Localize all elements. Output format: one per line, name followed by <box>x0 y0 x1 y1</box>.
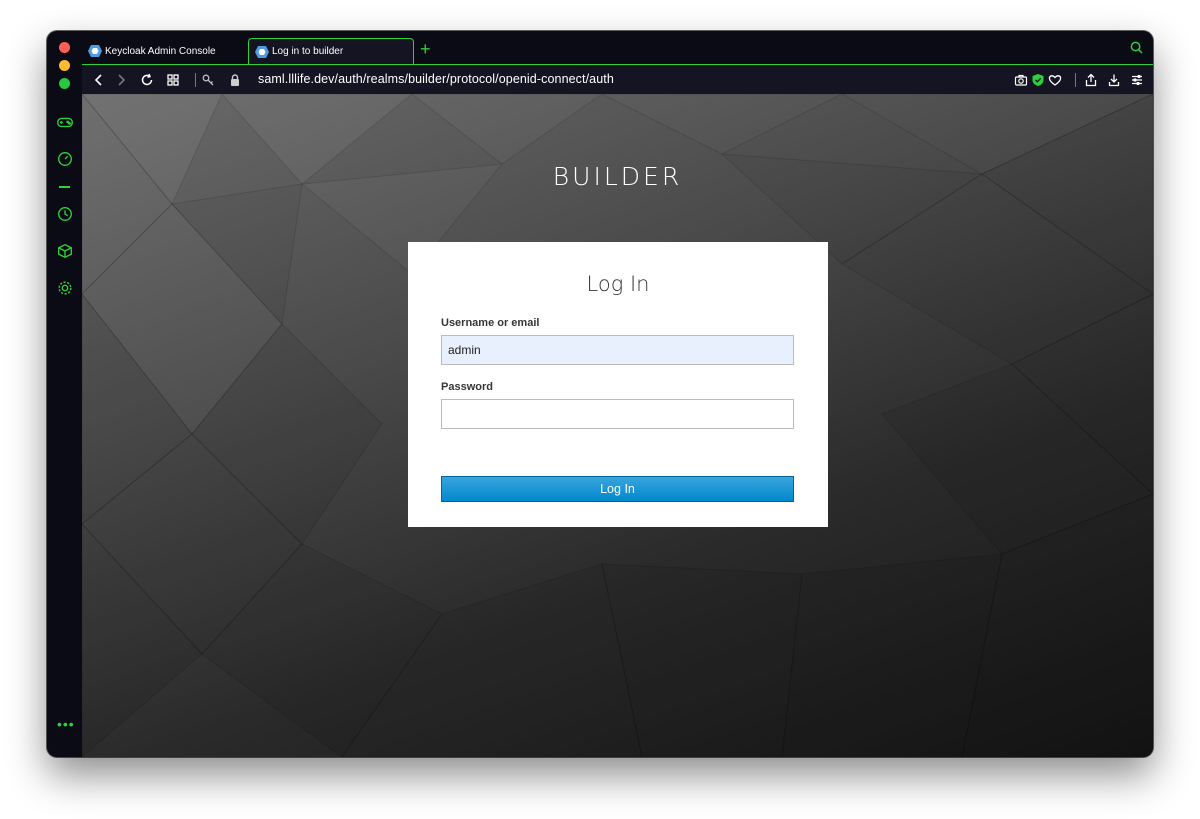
sidebar-more-icon[interactable]: ••• <box>57 717 75 731</box>
search-icon[interactable] <box>1130 41 1143 59</box>
tab-bar: Keycloak Admin Console Log in to builder… <box>82 31 1153 64</box>
share-icon[interactable] <box>1083 72 1099 88</box>
keycloak-favicon-icon <box>88 45 102 57</box>
cube-icon[interactable] <box>55 241 75 261</box>
forward-icon[interactable] <box>113 72 129 88</box>
shield-icon[interactable] <box>1030 72 1046 88</box>
tab-keycloak-admin-console[interactable]: Keycloak Admin Console <box>82 38 248 64</box>
page-content: BUILDER Log In Username or email Passwor… <box>82 94 1153 757</box>
tab-log-in-to-builder[interactable]: Log in to builder <box>248 38 414 64</box>
browser-window: ••• Keycloak Admin Console Log in to bui… <box>47 31 1153 757</box>
key-icon[interactable] <box>200 72 216 88</box>
gamepad-icon[interactable] <box>55 112 75 132</box>
login-button[interactable]: Log In <box>441 476 794 502</box>
close-window-button[interactable] <box>59 42 70 53</box>
reload-icon[interactable] <box>139 72 155 88</box>
username-input[interactable] <box>441 335 794 365</box>
settings-icon[interactable] <box>55 278 75 298</box>
address-bar[interactable]: saml.lllife.dev/auth/realms/builder/prot… <box>258 72 614 86</box>
login-title: Log In <box>586 272 650 296</box>
login-card: Log In Username or email Password Log In <box>408 242 828 527</box>
back-icon[interactable] <box>91 72 107 88</box>
address-toolbar: saml.lllife.dev/auth/realms/builder/prot… <box>82 64 1153 95</box>
camera-icon[interactable] <box>1013 72 1029 88</box>
keycloak-favicon-icon <box>255 45 269 58</box>
username-label: Username or email <box>441 317 540 329</box>
tab-label: Keycloak Admin Console <box>105 45 216 57</box>
history-icon[interactable] <box>55 204 75 224</box>
tiles-icon[interactable] <box>165 72 181 88</box>
heart-icon[interactable] <box>1047 72 1063 88</box>
speedometer-icon[interactable] <box>55 149 75 169</box>
minimize-window-button[interactable] <box>59 60 70 71</box>
menu-icon[interactable] <box>1129 72 1145 88</box>
password-label: Password <box>441 381 493 393</box>
toolbar-divider <box>195 73 196 87</box>
toolbar-divider <box>1075 73 1076 87</box>
realm-title: BUILDER <box>552 162 683 191</box>
tab-label: Log in to builder <box>272 46 344 57</box>
password-input[interactable] <box>441 399 794 429</box>
download-icon[interactable] <box>1106 72 1122 88</box>
sidebar-divider <box>59 186 70 188</box>
zoom-window-button[interactable] <box>59 78 70 89</box>
new-tab-button[interactable]: + <box>420 39 431 59</box>
lock-icon <box>227 72 243 88</box>
